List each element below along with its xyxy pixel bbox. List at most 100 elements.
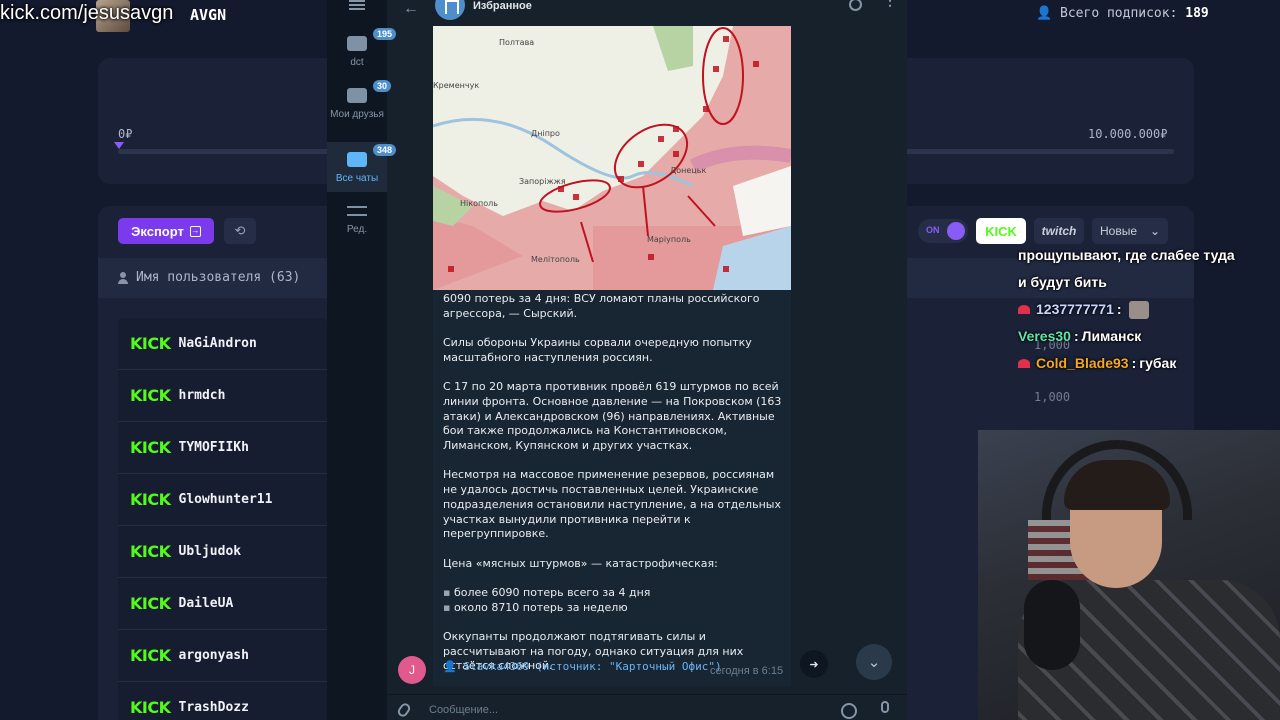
chat-title[interactable]: Избранное [473,0,532,12]
list-item[interactable]: KICK DaileUA [118,578,328,630]
goal-marker [114,142,124,149]
chat-message: Cold_Blade93 : губак [1018,350,1268,377]
list-item[interactable]: KICK TYMOFIIKh [118,422,328,474]
username-column-header[interactable]: Имя пользователя (63) [118,270,300,285]
toggle-label: ON [926,225,940,235]
kick-logo-icon: KICK [130,438,171,457]
list-item[interactable]: KICK NaGiAndron [118,318,328,370]
list-item[interactable]: KICK TrashDozz [118,682,328,720]
chat-message: Veres30 : Лиманск [1018,323,1268,350]
chat-text: и будут бить [1018,274,1107,290]
export-button[interactable]: Экспорт → [118,218,214,244]
map-label-nikopol: Нікополь [460,199,498,208]
chats-icon: 348 [347,144,397,167]
export-label: Экспорт [131,223,184,239]
bullet-icon: ▪ [443,585,454,599]
frontline-map-image: Полтава Кременчук Дніпро Запоріжжя Нікоп… [433,26,791,290]
menu-icon[interactable] [349,0,365,10]
map-label-dnipro: Дніпро [531,129,560,138]
filter-controls: ON KICK twitch Новые ⌄ [902,218,1168,244]
attach-icon[interactable] [395,701,413,719]
folder-all-chats[interactable]: 348 Все чаты [327,142,397,192]
message-time: сегодня в 6:15 [710,665,784,677]
sub-badge-icon [1018,305,1030,314]
webcam-feed [978,430,1280,720]
goal-min: 0₽ [118,127,133,141]
forward-button[interactable] [800,650,828,678]
kick-filter-button[interactable]: KICK [976,218,1026,244]
chat-separator: : [1116,301,1122,317]
chat-header: ← Избранное ⋮ [387,0,907,26]
kick-logo-icon: KICK [130,386,171,405]
kick-logo-icon: KICK [130,334,171,353]
folder-label: dct [350,57,364,68]
username-header-label: Имя пользователя (63) [136,270,301,285]
microphone-icon[interactable] [881,701,889,713]
user-icon: 👤 [443,660,464,673]
goal-max: 10.000.000₽ [1088,127,1168,141]
username: Ubljudok [178,544,242,559]
folder-label: Все чаты [335,173,379,184]
message-headline: 6090 потерь за 4 дня: ВСУ ломают планы р… [443,292,760,320]
emote-icon [1128,300,1149,319]
list-item[interactable]: KICK argonyash [118,630,328,682]
headphones [1042,440,1192,520]
list-item[interactable]: KICK hrmdch [118,370,328,422]
folder-label: Ред. [346,224,368,235]
folder-label: Мои друзья [330,109,384,120]
subscriber-list: KICK NaGiAndron KICK hrmdch KICK TYMOFIIKh … [118,318,328,720]
folder-icon: 195 [347,28,397,51]
chat-message: 1237777771 : [1018,296,1268,323]
bullet-icon: ▪ [443,600,454,614]
folder-edit[interactable]: Ред. [327,204,387,244]
back-arrow-icon[interactable]: ← [403,0,419,18]
search-icon[interactable] [849,0,862,11]
refresh-icon: ⟲ [234,223,246,238]
username: NaGiAndron [178,336,257,351]
username: argonyash [178,648,249,663]
sub-badge-icon [1018,359,1030,368]
chevron-down-icon: ⌄ [867,654,881,671]
sender-avatar[interactable]: J [398,656,426,684]
streamer-name: AVGN [190,6,227,24]
sort-select[interactable]: Новые ⌄ [1092,218,1168,244]
chat-separator: : [1073,328,1079,344]
message-input[interactable]: Сообщение... [429,704,498,716]
folder-dct[interactable]: 195 dct [327,28,397,82]
folder-icon: 30 [347,80,392,103]
map-label-poltava: Полтава [499,38,534,47]
microphone [1024,580,1080,670]
chat-username: Cold_Blade93 [1036,355,1129,371]
message-signature[interactable]: 👤 Slavka4369 (источник: "Карточный Офис"… [443,660,722,673]
chat-text: прощупывают, где слабее туда [1018,247,1235,263]
message-text: 6090 потерь за 4 дня: ВСУ ломают планы р… [443,292,783,689]
twitch-filter-button[interactable]: twitch [1034,218,1084,244]
username: DaileUA [178,596,234,611]
total-subs-label: Всего подписок: [1060,6,1178,21]
map-label-mariupol: Маріуполь [647,235,691,244]
message-paragraph: Несмотря на массовое применение резервов… [443,468,781,541]
unread-badge: 348 [373,144,397,156]
bullet-text: около 8710 потерь за неделю [453,600,628,614]
platform-toggle[interactable]: ON [918,219,968,243]
signature-text: Slavka4369 (источник: "Карточный Офис") [463,660,722,673]
refresh-button[interactable]: ⟲ [224,218,256,244]
more-options-icon[interactable]: ⋮ [883,0,897,7]
map-label-zaporizhzhia: Запоріжжя [519,177,566,186]
user-icon [118,271,128,284]
export-icon: → [189,225,201,237]
sliders-icon [347,204,367,218]
sort-label: Новые [1100,224,1138,238]
list-item[interactable]: KICK Glowhunter11 [118,474,328,526]
message-paragraph: С 17 по 20 марта противник провёл 619 шт… [443,380,782,452]
username: TYMOFIIKh [178,440,249,455]
scroll-down-button[interactable]: ⌄ [856,644,892,680]
emoji-icon[interactable] [841,703,857,719]
username: Glowhunter11 [178,492,273,507]
folder-friends[interactable]: 30 Мои друзья [327,80,392,138]
chevron-down-icon: ⌄ [1149,224,1160,238]
list-item[interactable]: KICK Ubljudok [118,526,328,578]
message-paragraph: Цена «мясных штурмов» — катастрофическая… [443,556,718,570]
unread-badge: 195 [373,28,397,40]
map-label-kremenchuk: Кременчук [433,81,479,90]
